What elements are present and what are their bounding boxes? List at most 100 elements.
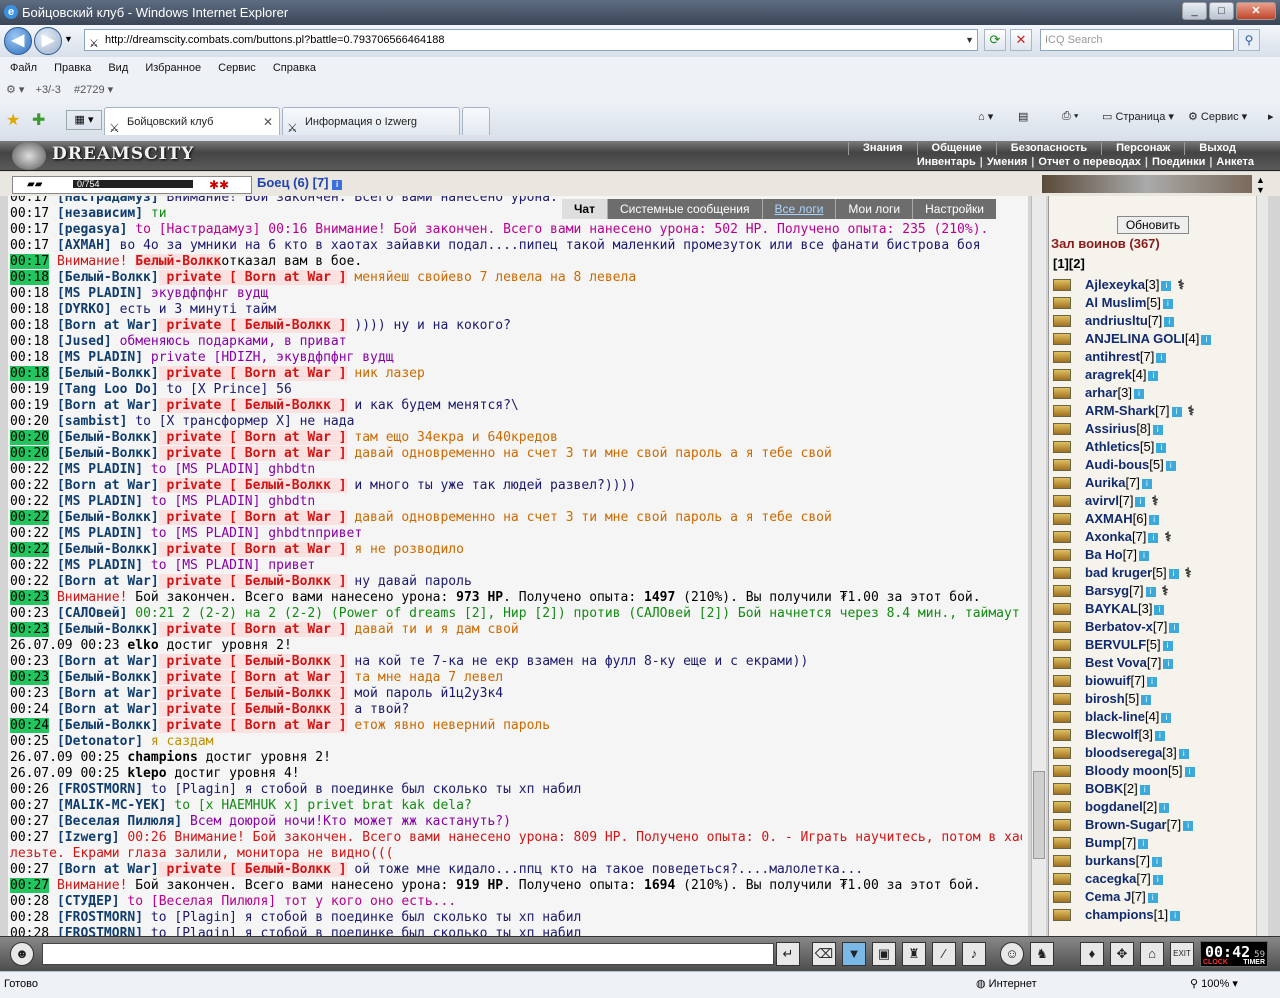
- player-row[interactable]: Assirius[8] i: [1049, 420, 1264, 438]
- save-icon[interactable]: ▣: [872, 942, 896, 966]
- private-message-icon[interactable]: [1053, 423, 1071, 435]
- sound-icon[interactable]: ♪: [962, 942, 986, 966]
- player-row[interactable]: AXMAH[6] i: [1049, 510, 1264, 528]
- scroll-arrows-icon[interactable]: ▲ ▼: [1256, 175, 1265, 195]
- private-message-icon[interactable]: [1053, 783, 1071, 795]
- private-tag[interactable]: private [ Born at War ]: [159, 670, 347, 685]
- chat-author[interactable]: [САЛОвей]: [57, 606, 127, 621]
- private-message-icon[interactable]: [1053, 297, 1071, 309]
- chat-author[interactable]: [Белый-Волкк]: [57, 670, 159, 685]
- toolbar-gear-icon[interactable]: ⚙ ▾: [6, 84, 24, 96]
- private-message-icon[interactable]: [1053, 405, 1071, 417]
- private-message-icon[interactable]: [1053, 909, 1071, 921]
- private-message-icon[interactable]: [1053, 549, 1071, 561]
- player-row[interactable]: BAYKAL[3] i: [1049, 600, 1264, 618]
- chat-scrollbar[interactable]: [1031, 196, 1046, 936]
- player-row[interactable]: Cema J[7] i: [1049, 888, 1264, 906]
- refresh-button[interactable]: ⟳: [984, 29, 1006, 51]
- player-name[interactable]: Blecwolf: [1085, 727, 1138, 742]
- players-scrollbar[interactable]: [1256, 196, 1268, 936]
- more-chevron-icon[interactable]: ▸: [1268, 110, 1274, 123]
- private-message-icon[interactable]: [1053, 675, 1071, 687]
- player-row[interactable]: Athletics[5] i: [1049, 438, 1264, 456]
- private-message-icon[interactable]: [1053, 387, 1071, 399]
- player-info-icon[interactable]: i: [1178, 748, 1189, 759]
- zoom-level[interactable]: ⚲ 100% ▾: [1190, 972, 1238, 997]
- nav-knowledge[interactable]: Знания: [848, 142, 916, 155]
- chat-author[interactable]: [pegasya]: [57, 222, 127, 237]
- forward-button[interactable]: ▶: [34, 27, 62, 55]
- player-row[interactable]: Ajlexeyka[3] i ⚕: [1049, 276, 1264, 294]
- print-icon[interactable]: ⎙ ▾: [1062, 110, 1078, 123]
- player-row[interactable]: ANJELINA GOLI[4] i: [1049, 330, 1264, 348]
- player-row[interactable]: Ba Ho[7] i: [1049, 546, 1264, 564]
- player-row[interactable]: aragrek[4] i: [1049, 366, 1264, 384]
- player-name[interactable]: Al Muslim: [1085, 295, 1146, 310]
- chat-author[interactable]: [Белый-Волкк]: [57, 446, 159, 461]
- player-row[interactable]: antihrest[7] i: [1049, 348, 1264, 366]
- private-message-icon[interactable]: [1053, 819, 1071, 831]
- player-name[interactable]: BOBK: [1085, 781, 1123, 796]
- private-tag[interactable]: private [ Born at War ]: [159, 446, 347, 461]
- player-row[interactable]: Bloody moon[5] i: [1049, 762, 1264, 780]
- home-icon[interactable]: ⌂ ▾: [978, 110, 993, 123]
- private-message-icon[interactable]: [1053, 801, 1071, 813]
- tab-system-messages[interactable]: Системные сообщения: [606, 199, 762, 219]
- player-name[interactable]: Berbatov-x: [1085, 619, 1153, 634]
- menu-tools[interactable]: Сервис: [218, 62, 256, 74]
- player-name[interactable]: antihrest: [1085, 349, 1140, 364]
- private-message-icon[interactable]: [1053, 369, 1071, 381]
- house-icon[interactable]: ⌂: [1140, 942, 1164, 966]
- private-message-icon[interactable]: [1053, 315, 1071, 327]
- nav-duels[interactable]: Поединки: [1148, 156, 1209, 169]
- minimize-button[interactable]: _: [1182, 2, 1207, 20]
- chat-author[interactable]: [Белый-Волкк]: [57, 542, 159, 557]
- smile-icon[interactable]: ☺: [1000, 942, 1024, 966]
- player-row[interactable]: arhar[3] i: [1049, 384, 1264, 402]
- player-name[interactable]: cacegka: [1085, 871, 1136, 886]
- player-name[interactable]: bad kruger: [1085, 565, 1152, 580]
- chat-author[interactable]: [Born at War]: [57, 574, 159, 589]
- player-info-icon[interactable]: i: [1162, 298, 1173, 309]
- player-name[interactable]: Bump: [1085, 835, 1122, 850]
- player-info-icon[interactable]: i: [1201, 334, 1212, 345]
- player-info-icon[interactable]: i: [1183, 820, 1194, 831]
- chat-author[interactable]: [АХМАН]: [57, 238, 112, 253]
- chat-author[interactable]: [Белый-Волкк]: [57, 270, 159, 285]
- player-info-icon[interactable]: i: [1163, 658, 1174, 669]
- private-message-icon[interactable]: [1053, 585, 1071, 597]
- add-favorite-icon[interactable]: ✚: [32, 110, 45, 130]
- private-message-icon[interactable]: [1053, 495, 1071, 507]
- player-name[interactable]: AXMAH: [1085, 511, 1133, 526]
- player-info-icon[interactable]: i: [1161, 712, 1172, 723]
- player-name[interactable]: andriusltu: [1085, 313, 1148, 328]
- filter-icon[interactable]: ▼: [842, 942, 866, 966]
- player-name[interactable]: champions: [1085, 907, 1154, 922]
- group-icon[interactable]: ♞: [1030, 942, 1054, 966]
- player-info-icon[interactable]: i: [1145, 586, 1156, 597]
- chat-author[interactable]: [СТУДЕР]: [57, 894, 120, 909]
- menu-edit[interactable]: Правка: [54, 62, 91, 74]
- player-info-icon[interactable]: i: [1152, 874, 1163, 885]
- history-dropdown-icon[interactable]: ▼: [64, 34, 73, 44]
- private-message-icon[interactable]: [1053, 459, 1071, 471]
- nav-communication[interactable]: Общение: [916, 142, 996, 155]
- favorites-star-icon[interactable]: ★: [6, 110, 20, 130]
- private-tag[interactable]: private [ Born at War ]: [159, 622, 347, 637]
- player-name[interactable]: burkans: [1085, 853, 1136, 868]
- player-row[interactable]: Best Vova[7] i: [1049, 654, 1264, 672]
- chat-author[interactable]: [Белый-Волкк]: [57, 366, 159, 381]
- private-tag[interactable]: private [ Born at War ]: [159, 542, 347, 557]
- player-row[interactable]: champions[1] i: [1049, 906, 1264, 924]
- chat-author[interactable]: [Белый-Волкк]: [57, 430, 159, 445]
- player-name[interactable]: Bloody moon: [1085, 763, 1168, 778]
- player-row[interactable]: BOBK[2] i: [1049, 780, 1264, 798]
- player-name[interactable]: ANJELINA GOLI: [1085, 331, 1185, 346]
- private-message-icon[interactable]: [1053, 567, 1071, 579]
- player-info-icon[interactable]: i: [1169, 622, 1180, 633]
- nav-inventory[interactable]: Инвентарь: [913, 156, 980, 169]
- player-info-icon[interactable]: i: [1168, 568, 1179, 579]
- player-row[interactable]: Barsyg[7] i ⚕: [1049, 582, 1264, 600]
- private-message-icon[interactable]: [1053, 531, 1071, 543]
- private-message-icon[interactable]: [1053, 729, 1071, 741]
